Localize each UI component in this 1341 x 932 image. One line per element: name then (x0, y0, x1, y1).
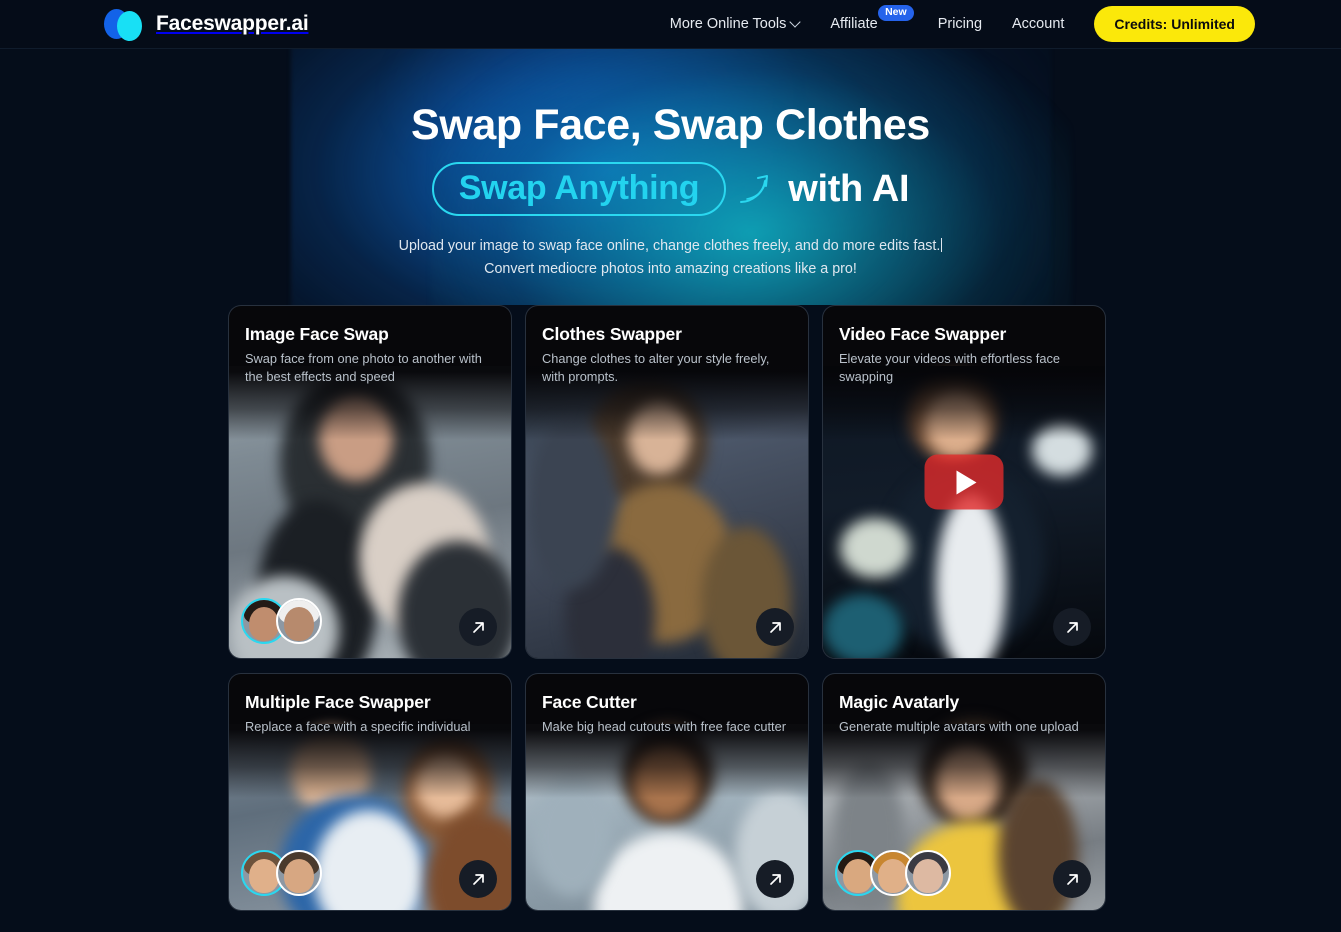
tool-card-magic-avatarly[interactable]: Magic Avatarly Generate multiple avatars… (822, 673, 1106, 911)
card-title: Image Face Swap (245, 324, 389, 344)
hero-heading-line1: Swap Face, Swap Clothes (411, 101, 930, 149)
brand-name: Faceswapper.ai (156, 12, 309, 35)
card-description: Change clothes to alter your style freel… (542, 351, 770, 384)
hero-subtitle: Upload your image to swap face online, c… (0, 235, 1341, 281)
card-description: Replace a face with a specific individua… (245, 719, 471, 735)
nav-item-more-online-tools[interactable]: More Online Tools (670, 16, 801, 32)
card-header: Clothes Swapper Change clothes to alter … (526, 306, 808, 385)
arrow-up-right-icon (472, 621, 484, 633)
brand-logo-link[interactable]: Faceswapper.ai (104, 9, 309, 41)
tools-card-grid: Image Face Swap Swap face from one photo… (228, 305, 1107, 911)
arrow-up-right-icon (472, 873, 484, 885)
avatar-selector (241, 850, 322, 896)
card-header: Image Face Swap Swap face from one photo… (229, 306, 511, 385)
hero-heading-line2: Swap Anything with AI (0, 162, 1341, 217)
hero-subtitle-line2: Convert mediocre photos into amazing cre… (484, 261, 857, 278)
tool-card-face-cutter[interactable]: Face Cutter Make big head cutouts with f… (525, 673, 809, 911)
open-tool-button[interactable] (1053, 860, 1091, 898)
card-title: Clothes Swapper (542, 324, 682, 344)
card-description: Make big head cutouts with free face cut… (542, 719, 786, 735)
open-tool-button[interactable] (459, 608, 497, 646)
avatar[interactable] (276, 598, 322, 644)
avatar-selector (835, 850, 951, 896)
card-title: Video Face Swapper (839, 324, 1007, 344)
credits-button[interactable]: Credits: Unlimited (1094, 6, 1255, 42)
open-tool-button[interactable] (756, 860, 794, 898)
logo-icon (104, 9, 148, 41)
card-row-1: Image Face Swap Swap face from one photo… (228, 305, 1107, 659)
hero-heading-tail: with AI (788, 167, 910, 210)
nav-links-group: More Online Tools Affiliate New Pricing … (670, 5, 1255, 42)
tool-card-image-face-swap[interactable]: Image Face Swap Swap face from one photo… (228, 305, 512, 659)
hero-subtitle-line1: Upload your image to swap face online, c… (398, 238, 943, 255)
text-caret (941, 238, 943, 253)
card-header: Magic Avatarly Generate multiple avatars… (823, 674, 1105, 736)
avatar[interactable] (905, 850, 951, 896)
play-icon (956, 470, 977, 494)
card-header: Multiple Face Swapper Replace a face wit… (229, 674, 511, 736)
avatar-selector (241, 598, 322, 644)
hero-content: Swap Face, Swap Clothes Swap Anything wi… (0, 49, 1341, 281)
play-video-button[interactable] (924, 454, 1004, 510)
arrow-up-right-icon (769, 873, 781, 885)
card-title: Multiple Face Swapper (245, 692, 431, 712)
arrow-up-right-icon (1066, 621, 1078, 633)
card-title: Magic Avatarly (839, 692, 960, 712)
nav-item-account[interactable]: Account (1012, 16, 1064, 32)
card-header: Video Face Swapper Elevate your videos w… (823, 306, 1105, 385)
new-badge: New (878, 5, 914, 21)
page-root: Faceswapper.ai More Online Tools Affilia… (0, 0, 1341, 932)
tool-card-video-face-swapper[interactable]: Video Face Swapper Elevate your videos w… (822, 305, 1106, 659)
card-description: Swap face from one photo to another with… (245, 351, 482, 384)
nav-label-affiliate: Affiliate (830, 16, 878, 32)
top-navigation-bar: Faceswapper.ai More Online Tools Affilia… (0, 0, 1341, 49)
arrow-squiggle-icon (737, 169, 777, 209)
open-tool-button[interactable] (459, 860, 497, 898)
hero-section: Swap Face, Swap Clothes Swap Anything wi… (0, 49, 1341, 305)
card-description: Generate multiple avatars with one uploa… (839, 719, 1079, 735)
tool-card-clothes-swapper[interactable]: Clothes Swapper Change clothes to alter … (525, 305, 809, 659)
nav-item-affiliate[interactable]: Affiliate New (830, 5, 914, 32)
card-title: Face Cutter (542, 692, 637, 712)
swap-anything-pill[interactable]: Swap Anything (431, 162, 727, 217)
nav-label-pricing: Pricing (937, 16, 983, 32)
tool-card-multiple-face-swapper[interactable]: Multiple Face Swapper Replace a face wit… (228, 673, 512, 911)
nav-label-more-online-tools: More Online Tools (669, 16, 787, 32)
card-description: Elevate your videos with effortless face… (839, 351, 1060, 384)
arrow-up-right-icon (769, 621, 781, 633)
nav-label-account: Account (1012, 16, 1065, 32)
arrow-up-right-icon (1066, 873, 1078, 885)
open-tool-button[interactable] (1053, 608, 1091, 646)
card-row-2: Multiple Face Swapper Replace a face wit… (228, 673, 1107, 911)
nav-item-pricing[interactable]: Pricing (938, 16, 982, 32)
open-tool-button[interactable] (756, 608, 794, 646)
chevron-down-icon (791, 18, 800, 27)
card-header: Face Cutter Make big head cutouts with f… (526, 674, 808, 736)
avatar[interactable] (276, 850, 322, 896)
